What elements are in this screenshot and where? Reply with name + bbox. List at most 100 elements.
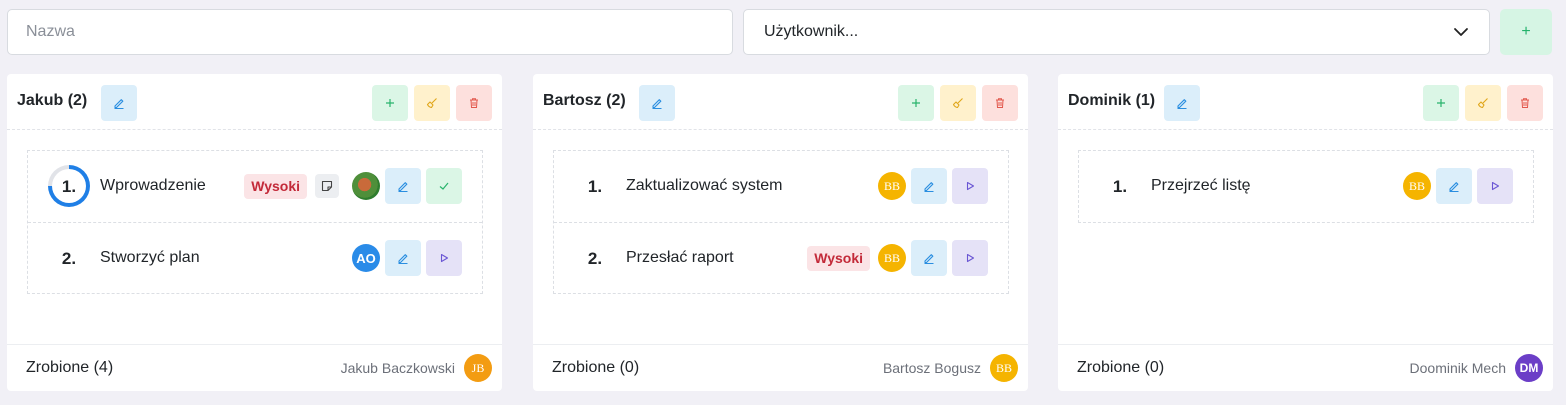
- column-header: Dominik (1): [1058, 74, 1553, 130]
- avatar: BB: [878, 244, 906, 272]
- column-actions: [898, 85, 1018, 121]
- pencil-icon: [1449, 182, 1459, 192]
- task-item[interactable]: 2. Stworzyć plan AO: [28, 222, 482, 293]
- pencil-icon: [398, 254, 408, 264]
- start-task-button[interactable]: [426, 240, 462, 276]
- start-task-button[interactable]: [952, 168, 988, 204]
- task-item[interactable]: 1. Wprowadzenie Wysoki: [28, 151, 482, 222]
- column-footer: Zrobione (0) Doominik Mech DM: [1058, 344, 1553, 391]
- play-icon: [966, 181, 975, 191]
- chevron-down-icon: [1454, 28, 1468, 36]
- column-title: Dominik (1): [1068, 92, 1156, 109]
- trash-icon: [470, 98, 478, 108]
- column-actions: [372, 85, 492, 121]
- owner-name: Doominik Mech: [1409, 360, 1506, 376]
- owner-name: Jakub Baczkowski: [340, 360, 455, 376]
- edit-task-button[interactable]: [911, 240, 947, 276]
- column-jakub: Jakub (2) 1. Wprowadzenie Wysoki 2. Stwo…: [7, 74, 502, 391]
- column-header: Bartosz (2): [533, 74, 1028, 130]
- delete-button[interactable]: [1507, 85, 1543, 121]
- note-icon[interactable]: [315, 174, 339, 198]
- complete-task-button[interactable]: [426, 168, 462, 204]
- add-task-button[interactable]: [372, 85, 408, 121]
- edit-task-button[interactable]: [911, 168, 947, 204]
- avatar: AO: [352, 244, 380, 272]
- add-task-button[interactable]: [1423, 85, 1459, 121]
- done-count[interactable]: Zrobione (0): [552, 359, 639, 377]
- column-owner: Bartosz Bogusz BB: [883, 354, 1018, 382]
- edit-task-button[interactable]: [385, 240, 421, 276]
- pencil-icon: [1177, 99, 1187, 109]
- owner-name: Bartosz Bogusz: [882, 360, 981, 376]
- task-title: Zaktualizować system: [626, 177, 783, 194]
- column-title: Bartosz (2): [543, 92, 626, 109]
- broom-icon: [426, 98, 437, 109]
- pencil-icon: [652, 99, 662, 109]
- column-footer: Zrobione (0) Bartosz Bogusz BB: [533, 344, 1028, 391]
- task-title: Przesłać raport: [626, 249, 734, 266]
- owner-avatar: BB: [990, 354, 1018, 382]
- toolbar: Użytkownik... +: [7, 9, 1559, 55]
- broom-icon: [952, 98, 963, 109]
- add-column-button[interactable]: +: [1500, 9, 1552, 55]
- task-title: Wprowadzenie: [100, 177, 206, 194]
- pencil-icon: [114, 99, 124, 109]
- play-icon: [440, 253, 449, 263]
- task-controls: Wysoki BB: [807, 240, 988, 276]
- task-controls: BB: [878, 168, 988, 204]
- user-select-value: Użytkownik...: [764, 23, 859, 40]
- task-list: 1. Zaktualizować system BB 2. Przesłać r…: [553, 150, 1009, 294]
- plus-icon: +: [1521, 23, 1531, 40]
- start-task-button[interactable]: [952, 240, 988, 276]
- task-title: Stworzyć plan: [100, 249, 200, 266]
- edit-column-button[interactable]: [639, 85, 675, 121]
- priority-badge: Wysoki: [807, 245, 870, 271]
- clear-button[interactable]: [414, 85, 450, 121]
- task-controls: AO: [352, 240, 462, 276]
- delete-button[interactable]: [456, 85, 492, 121]
- task-controls: BB: [1403, 168, 1513, 204]
- delete-button[interactable]: [982, 85, 1018, 121]
- avatar: BB: [878, 172, 906, 200]
- column-dominik: Dominik (1) 1. Przejrzeć listę BB Zrobio…: [1058, 74, 1553, 391]
- task-number: 1.: [61, 177, 77, 196]
- clear-button[interactable]: [1465, 85, 1501, 121]
- avatar: BB: [1403, 172, 1431, 200]
- task-item[interactable]: 1. Zaktualizować system BB: [554, 151, 1008, 222]
- pencil-icon: [398, 182, 408, 192]
- edit-task-button[interactable]: [385, 168, 421, 204]
- column-owner: Doominik Mech DM: [1410, 354, 1543, 382]
- edit-column-button[interactable]: [1164, 85, 1200, 121]
- task-number: 1.: [1112, 177, 1128, 196]
- column-owner: Jakub Baczkowski JB: [341, 354, 492, 382]
- start-task-button[interactable]: [1477, 168, 1513, 204]
- owner-avatar: DM: [1515, 354, 1543, 382]
- trash-icon: [996, 98, 1004, 108]
- plus-icon: [912, 99, 920, 107]
- clear-button[interactable]: [940, 85, 976, 121]
- task-list: 1. Przejrzeć listę BB: [1078, 150, 1534, 223]
- owner-avatar: JB: [464, 354, 492, 382]
- name-input[interactable]: [7, 9, 733, 55]
- user-select[interactable]: Użytkownik...: [743, 9, 1490, 55]
- check-icon: [439, 182, 449, 190]
- column-footer: Zrobione (4) Jakub Baczkowski JB: [7, 344, 502, 391]
- column-title: Jakub (2): [17, 92, 88, 109]
- done-count[interactable]: Zrobione (0): [1077, 359, 1164, 377]
- edit-task-button[interactable]: [1436, 168, 1472, 204]
- add-task-button[interactable]: [898, 85, 934, 121]
- task-item[interactable]: 1. Przejrzeć listę BB: [1079, 151, 1533, 222]
- task-number: 2.: [61, 249, 77, 268]
- trash-icon: [1521, 98, 1529, 108]
- edit-column-button[interactable]: [101, 85, 137, 121]
- pencil-icon: [924, 254, 934, 264]
- avatar: [352, 172, 380, 200]
- priority-badge: Wysoki: [244, 173, 307, 199]
- done-count[interactable]: Zrobione (4): [26, 359, 113, 377]
- play-icon: [966, 253, 975, 263]
- task-number: 1.: [587, 177, 603, 196]
- task-list: 1. Wprowadzenie Wysoki 2. Stworzyć plan …: [27, 150, 483, 294]
- task-item[interactable]: 2. Przesłać raport Wysoki BB: [554, 222, 1008, 293]
- task-title: Przejrzeć listę: [1151, 177, 1251, 194]
- task-controls: Wysoki: [244, 168, 462, 204]
